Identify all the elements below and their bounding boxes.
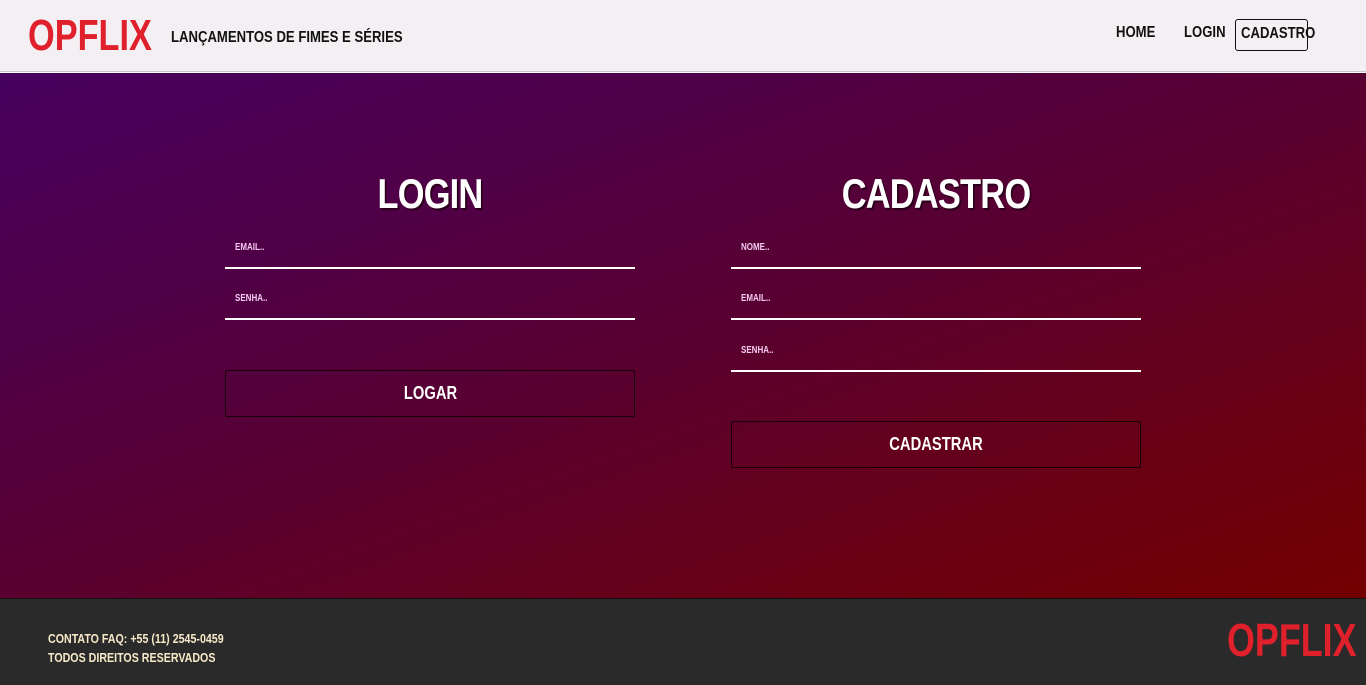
- cadastrar-button[interactable]: CADASTRAR: [731, 421, 1141, 468]
- footer: CONTATO FAQ: +55 (11) 2545-0459 TODOS DI…: [0, 598, 1366, 685]
- nav-login-link[interactable]: LOGIN: [1184, 24, 1226, 42]
- login-senha-field[interactable]: SENHA..: [225, 284, 635, 320]
- footer-logo: OPFLIX: [1227, 614, 1357, 666]
- footer-direitos: TODOS DIREITOS RESERVADOS: [48, 650, 216, 665]
- main-content: LOGIN EMAIL.. SENHA.. LOGAR CADASTRO NOM…: [0, 73, 1366, 598]
- header-logo[interactable]: OPFLIX: [28, 10, 152, 62]
- cadastro-email-field[interactable]: EMAIL..: [731, 284, 1141, 320]
- cadastro-senha-input[interactable]: [731, 336, 1141, 370]
- login-email-input[interactable]: [225, 233, 635, 267]
- cadastro-nome-field[interactable]: NOME..: [731, 233, 1141, 269]
- logar-button-label: LOGAR: [403, 383, 457, 403]
- footer-contato: CONTATO FAQ: +55 (11) 2545-0459: [48, 631, 224, 646]
- login-title: LOGIN: [377, 170, 484, 217]
- cadastrar-button-label: CADASTRAR: [889, 434, 983, 454]
- header: OPFLIX LANÇAMENTOS DE FIMES E SÉRIES HOM…: [0, 0, 1366, 72]
- login-senha-input[interactable]: [225, 284, 635, 318]
- cadastro-title: CADASTRO: [841, 170, 1031, 217]
- cadastro-nome-input[interactable]: [731, 233, 1141, 267]
- header-tagline: LANÇAMENTOS DE FIMES E SÉRIES: [171, 29, 403, 46]
- nav-cadastro-link[interactable]: CADASTRO: [1241, 25, 1315, 43]
- cadastro-email-input[interactable]: [731, 284, 1141, 318]
- logar-button[interactable]: LOGAR: [225, 370, 635, 417]
- nav-home-link[interactable]: HOME: [1116, 24, 1155, 42]
- cadastro-senha-field[interactable]: SENHA..: [731, 336, 1141, 372]
- login-email-field[interactable]: EMAIL..: [225, 233, 635, 269]
